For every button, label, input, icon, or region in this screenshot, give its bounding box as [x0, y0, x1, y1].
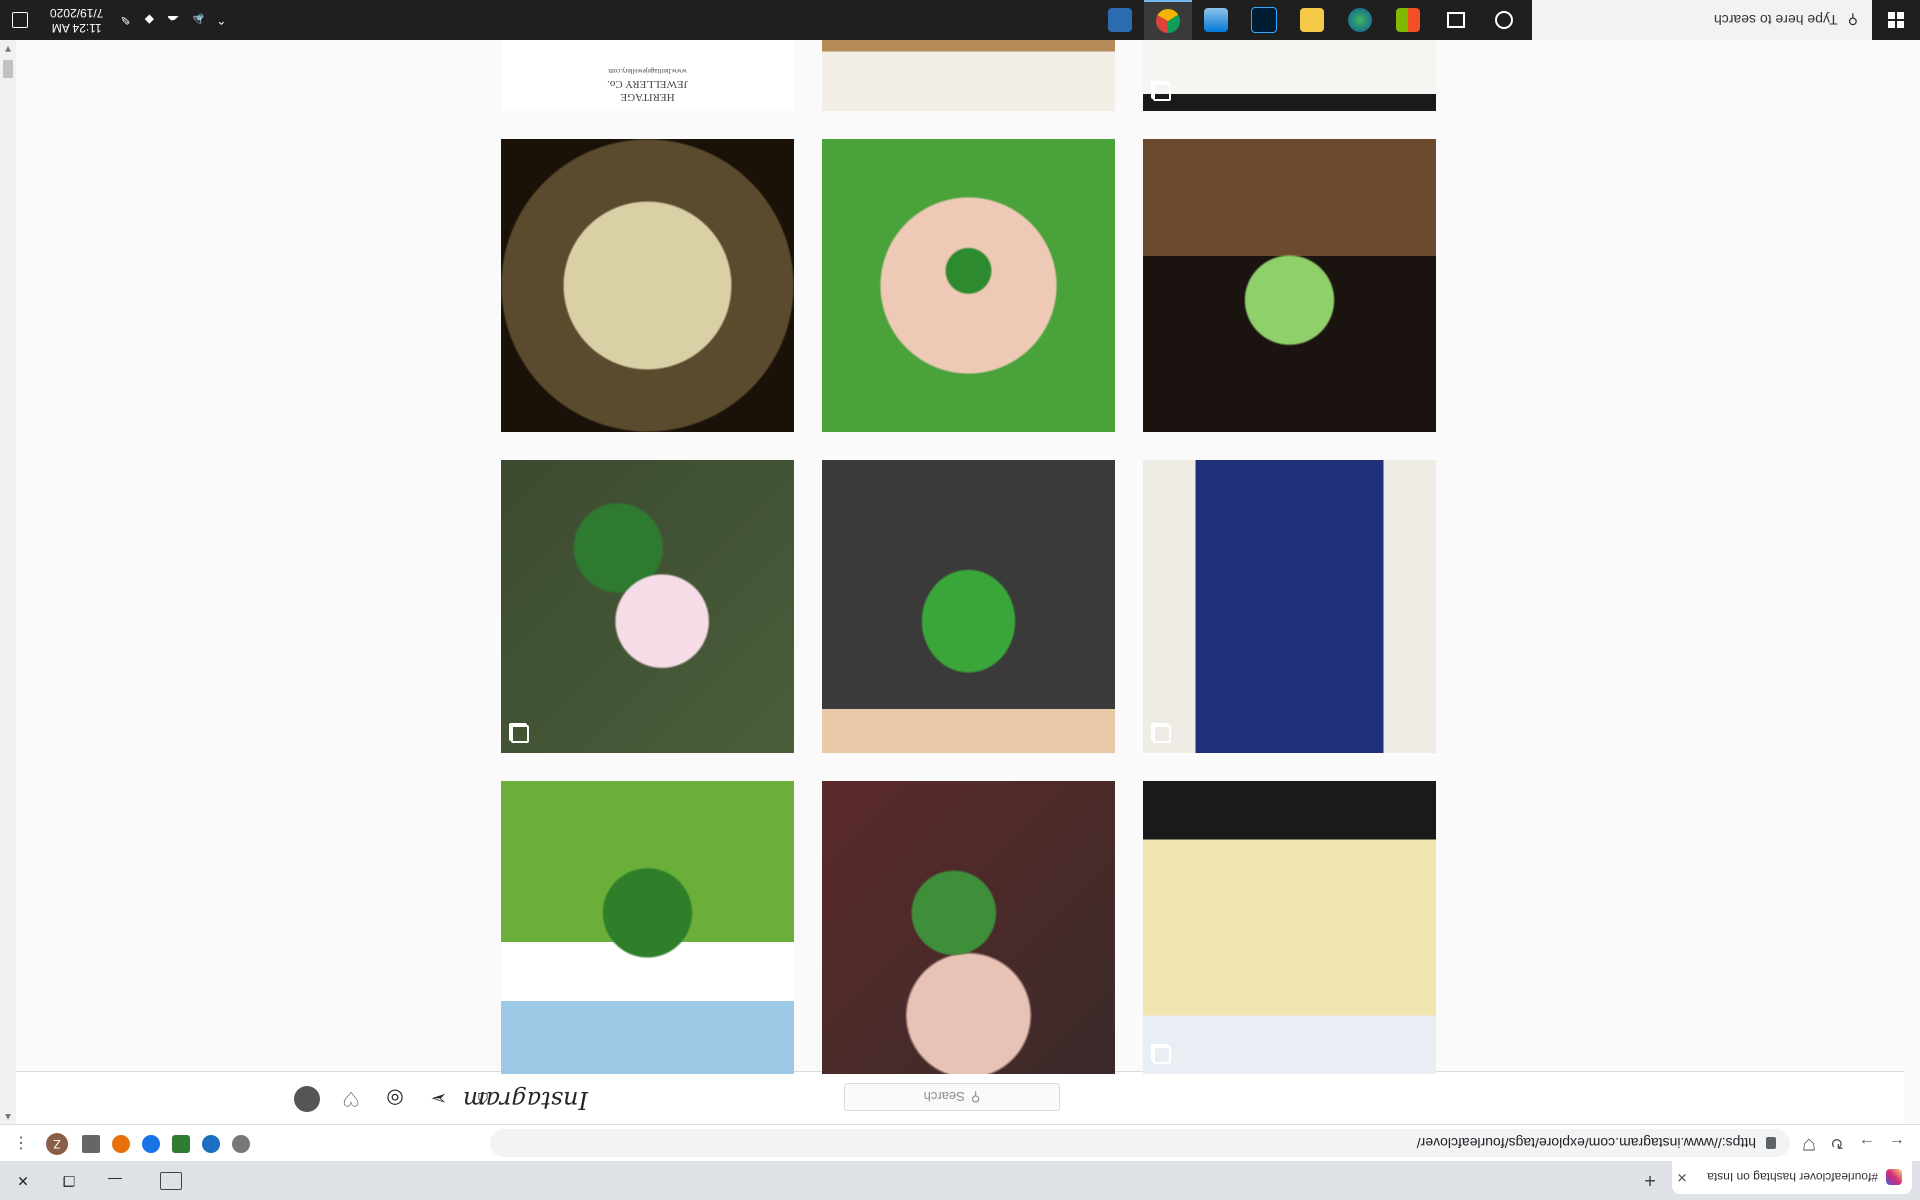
post-pink-flower[interactable] [501, 460, 794, 753]
extension-icon[interactable] [142, 1135, 160, 1153]
forward-button[interactable]: → [1854, 1130, 1880, 1156]
volume-icon[interactable]: 🔈 [185, 13, 209, 27]
taskbar-apps [1096, 0, 1528, 40]
profile-avatar[interactable] [294, 1086, 320, 1112]
post-pressed-clover[interactable] [501, 139, 794, 432]
restore-button[interactable]: ❐ [46, 1161, 92, 1200]
clock[interactable]: 11:24 AM 7/19/2020 [50, 5, 103, 35]
photoshop-icon[interactable] [1240, 0, 1288, 40]
chrome-icon[interactable] [1144, 0, 1192, 40]
file-explorer-icon[interactable] [1288, 0, 1336, 40]
minimize-button[interactable]: — [92, 1161, 138, 1200]
profile-avatar[interactable]: Z [46, 1133, 68, 1155]
windows-logo-icon [1888, 12, 1904, 28]
windows-taskbar: ⚲ Type here to search ⌃ 🔈 ☁ ◆ ✎ 11:24 AM… [0, 0, 1920, 40]
extension-icon[interactable] [172, 1135, 190, 1153]
extensions-puzzle-icon[interactable] [82, 1135, 100, 1153]
instagram-favicon-icon [1886, 1169, 1902, 1186]
post-art-tamago[interactable] [1143, 781, 1436, 1074]
system-tray: ⌃ 🔈 ☁ ◆ ✎ 11:24 AM 7/19/2020 [0, 0, 233, 40]
post-clover-dark[interactable] [822, 781, 1115, 1074]
jewelry-line-3: www.heritagejewellery.com [608, 67, 687, 75]
cortana-icon[interactable] [1480, 0, 1528, 40]
onedrive-icon[interactable]: ☁ [161, 13, 185, 27]
url-text: https://www.instagram.com/explore/tags/f… [1416, 1135, 1756, 1151]
store-icon[interactable] [1384, 0, 1432, 40]
multi-photo-icon [511, 725, 529, 743]
browser-toolbar: ← → ↻ ⛉ https://www.instagram.com/explor… [0, 1124, 1920, 1161]
post-clover-fence[interactable] [501, 781, 794, 1074]
activity-icon[interactable]: ♡ [338, 1086, 364, 1112]
bookmarks-icon[interactable]: ⛉ [1796, 1130, 1822, 1156]
pen-icon[interactable]: ✎ [113, 13, 137, 27]
post-green-dome[interactable] [1143, 139, 1436, 432]
instagram-nav: ⌂ ➢ ◎ ♡ [294, 1084, 496, 1112]
start-button[interactable] [1872, 0, 1920, 40]
extension-icon[interactable] [232, 1135, 250, 1153]
page-scrollbar[interactable]: ▲ ▼ [0, 40, 16, 1124]
scrollbar-thumb[interactable] [3, 60, 13, 78]
multi-photo-icon [1153, 83, 1171, 101]
home-icon[interactable]: ⌂ [470, 1086, 496, 1112]
tab-search-icon[interactable] [160, 1172, 182, 1190]
search-placeholder: Search [923, 1089, 965, 1105]
browser-menu-button[interactable]: ⋮ [8, 1130, 34, 1156]
post-lucky-banner[interactable] [1143, 460, 1436, 753]
tab-close-icon[interactable]: ✕ [1672, 1170, 1692, 1186]
taskbar-search-box[interactable]: ⚲ Type here to search [1532, 0, 1872, 40]
lock-icon [1766, 1137, 1776, 1149]
search-icon: ⚲ [970, 1090, 981, 1105]
address-bar[interactable]: https://www.instagram.com/explore/tags/f… [490, 1129, 1790, 1157]
close-window-button[interactable]: ✕ [0, 1161, 46, 1200]
direct-icon[interactable]: ➢ [426, 1086, 452, 1112]
task-view-icon[interactable] [1432, 0, 1480, 40]
reload-button[interactable]: ↻ [1824, 1130, 1850, 1156]
jewelry-line-2: JEWELLERY Co. [607, 78, 688, 90]
dropbox-icon[interactable]: ◆ [137, 13, 161, 27]
jewelry-brand-text: HERITAGE JEWELLERY Co. www.heritagejewel… [501, 64, 794, 103]
new-tab-button[interactable]: + [1636, 1168, 1664, 1192]
scroll-up-arrow-icon[interactable]: ▲ [0, 1108, 16, 1124]
jewelry-line-1: HERITAGE [620, 91, 675, 103]
back-button[interactable]: ← [1884, 1130, 1910, 1156]
edge-icon[interactable] [1336, 0, 1384, 40]
control-panel-icon[interactable] [1096, 0, 1144, 40]
action-center-icon[interactable] [0, 0, 40, 40]
multi-photo-icon [1153, 725, 1171, 743]
scroll-down-arrow-icon[interactable]: ▼ [0, 40, 16, 56]
extension-icon[interactable] [112, 1135, 130, 1153]
explore-icon[interactable]: ◎ [382, 1086, 408, 1112]
photos-icon[interactable] [1192, 0, 1240, 40]
search-icon: ⚲ [1847, 12, 1858, 29]
window-controls: — ❐ ✕ [0, 1161, 138, 1200]
search-input[interactable]: ⚲ Search [844, 1083, 1060, 1111]
browser-tabstrip: #fourleafclover hashtag on Insta ✕ + — ❐… [0, 1161, 1920, 1200]
screen: #fourleafclover hashtag on Insta ✕ + — ❐… [0, 0, 1920, 1200]
hashtag-post-grid: HERITAGE JEWELLERY Co. www.heritagejewel… [500, 14, 1436, 1074]
instagram-header: Instagram ⚲ Search ⌂ ➢ ◎ ♡ [16, 1071, 1904, 1124]
chevron-up-icon[interactable]: ⌃ [209, 13, 233, 27]
extension-icon[interactable] [202, 1135, 220, 1153]
post-clovers-row[interactable] [822, 460, 1115, 753]
clock-date: 7/19/2020 [50, 6, 104, 20]
clock-time: 11:24 AM [51, 21, 102, 35]
tab-title: #fourleafclover hashtag on Insta [1707, 1170, 1878, 1185]
browser-tab[interactable]: #fourleafclover hashtag on Insta ✕ [1672, 1161, 1912, 1194]
taskbar-search-placeholder: Type here to search [1713, 12, 1838, 28]
post-hands-clover[interactable] [822, 139, 1115, 432]
multi-photo-icon [1153, 1046, 1171, 1064]
